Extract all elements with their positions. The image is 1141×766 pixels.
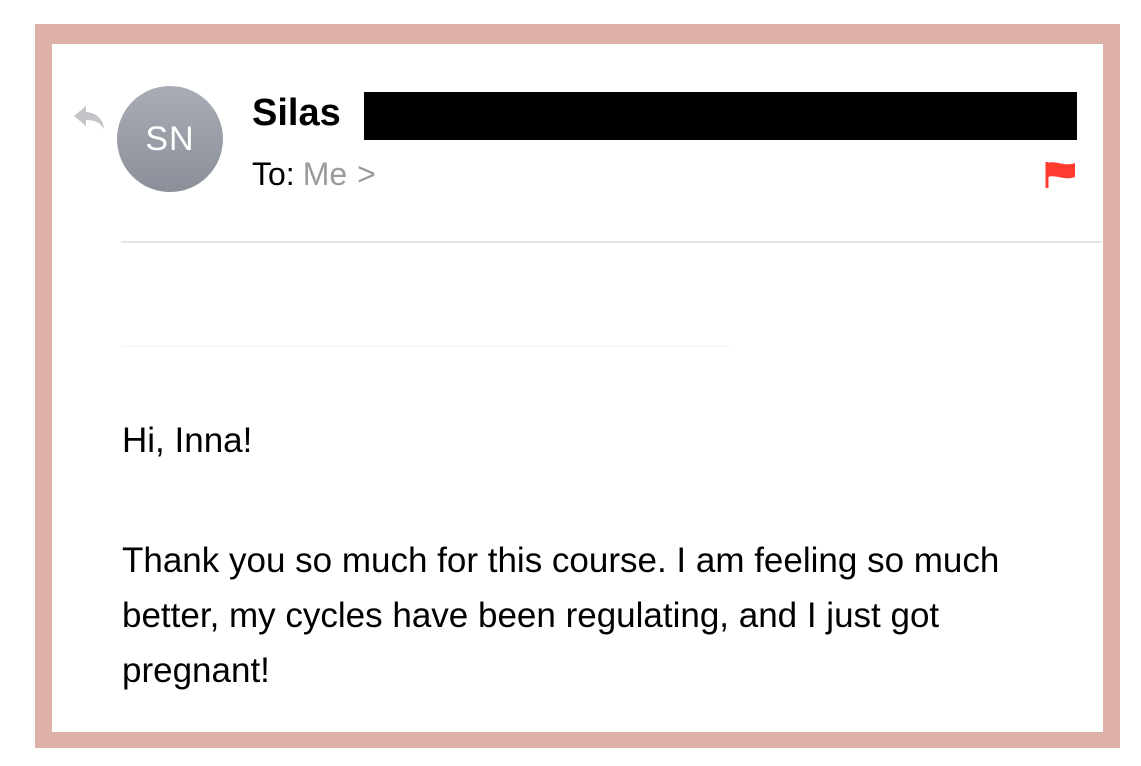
header-divider <box>121 241 1102 243</box>
reply-icon[interactable] <box>72 103 106 131</box>
avatar-initials: SN <box>145 119 195 158</box>
to-label: To: <box>252 156 295 192</box>
subject-area <box>121 282 731 347</box>
recipient-row[interactable]: To: Me > <box>252 156 376 193</box>
message-greeting: Hi, Inna! <box>122 421 253 460</box>
flag-icon[interactable] <box>1044 160 1078 190</box>
avatar[interactable]: SN <box>117 86 223 192</box>
message-body: Thank you so much for this course. I am … <box>122 541 1000 690</box>
chevron-right-icon[interactable]: > <box>357 156 376 192</box>
sender-name[interactable]: Silas <box>252 92 341 135</box>
recipient-name[interactable]: Me <box>303 156 347 192</box>
redaction-bar <box>364 92 1077 140</box>
